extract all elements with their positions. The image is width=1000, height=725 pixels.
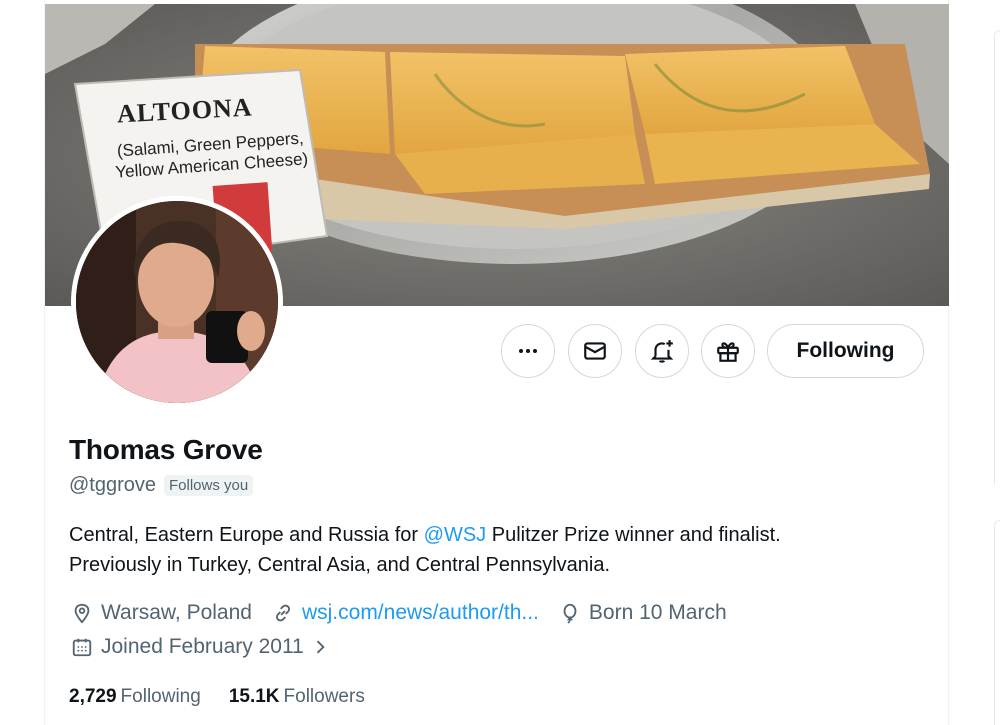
follow-stats: 2,729 Following 15.1K Followers (69, 686, 393, 708)
bio-rest: Pulitzer Prize winner and finalist. (486, 524, 781, 546)
chevron-right-icon[interactable] (310, 637, 330, 657)
website-link[interactable]: wsj.com/news/author/th... (302, 601, 539, 625)
balloon-icon (563, 603, 577, 624)
calendar-icon (72, 638, 92, 657)
bio-line1: Central, Eastern Europe and Russia for @… (69, 520, 929, 550)
bio-line2: Previously in Turkey, Central Asia, and … (69, 554, 611, 576)
gift-icon (717, 342, 739, 362)
following-button[interactable]: Following (767, 324, 924, 378)
handle-row: @tggrove Follows you (69, 474, 254, 497)
following-count: 2,729 (69, 686, 117, 707)
location-pin-icon (74, 603, 90, 624)
envelope-icon (584, 342, 606, 360)
birthday-text: Born 10 March (588, 601, 727, 624)
follows-you-badge: Follows you (164, 475, 254, 496)
message-button[interactable] (568, 324, 622, 378)
joined-text: Joined February 2011 (101, 635, 304, 658)
joined-row: Joined February 2011 (71, 635, 358, 659)
followers-label: Followers (283, 686, 365, 707)
more-horizontal-icon (519, 349, 537, 353)
followers-count: 15.1K (228, 686, 280, 707)
bio-prefix: Central, Eastern Europe and Russia for (69, 524, 424, 546)
profile-name: Thomas Grove (69, 434, 263, 465)
bio-mention-link[interactable]: @WSJ (424, 524, 487, 546)
link-icon (275, 604, 290, 622)
following-label: Following (120, 686, 201, 707)
notifications-button[interactable] (635, 324, 689, 378)
profile-bio: Central, Eastern Europe and Russia for @… (69, 520, 929, 580)
location-item: Warsaw, Poland (71, 601, 252, 625)
bell-plus-icon (650, 340, 674, 363)
birthday-item: Born 10 March (559, 601, 727, 625)
profile-column: ALTOONA (Salami, Green Peppers, Yellow A… (44, 0, 949, 725)
profile-handle: @tggrove (69, 474, 157, 496)
adjacent-panel-edge (994, 30, 1000, 485)
avatar-photo (76, 201, 278, 403)
adjacent-panel-edge-lower (994, 520, 1000, 725)
avatar[interactable] (71, 196, 283, 408)
joined-item: Joined February 2011 (71, 635, 338, 659)
followers-stat[interactable]: 15.1K Followers (229, 686, 365, 708)
profile-meta-row: Warsaw, Poland wsj.com/news/author/th...… (71, 601, 747, 625)
following-stat[interactable]: 2,729 Following (69, 686, 201, 708)
website-item[interactable]: wsj.com/news/author/th... (272, 601, 539, 625)
gift-button[interactable] (701, 324, 755, 378)
location-text: Warsaw, Poland (101, 601, 252, 624)
more-button[interactable] (501, 324, 555, 378)
